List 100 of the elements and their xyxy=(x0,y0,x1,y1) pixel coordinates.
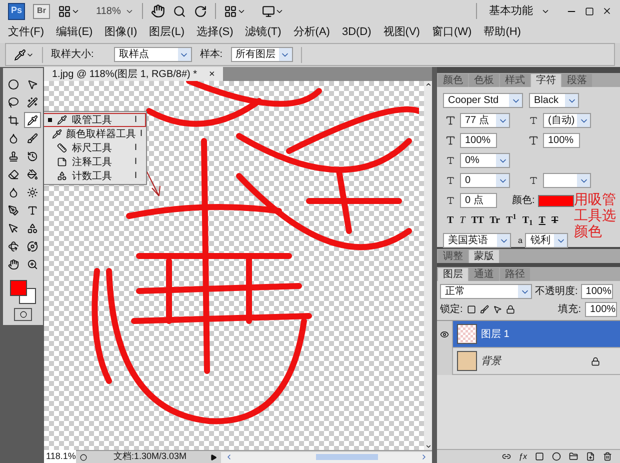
text-style-button[interactable]: T xyxy=(538,213,546,228)
lock-label: 锁定: xyxy=(440,302,463,317)
app-logo[interactable]: Ps xyxy=(8,2,25,20)
kerning-dropdown[interactable]: 0 xyxy=(460,173,510,188)
canvas[interactable]: 吸管工具 I 颜色取样器工具 I 标尺工具 I 注释工具 I 计数工具 I xyxy=(44,81,424,450)
visibility-toggle[interactable] xyxy=(437,348,453,374)
menu-item[interactable]: 视图(V) xyxy=(383,24,420,41)
menu-item[interactable]: 3D(D) xyxy=(342,24,372,41)
panel-tab[interactable]: 图层 xyxy=(438,268,468,281)
eyedropper-preset-icon[interactable] xyxy=(14,48,34,60)
font-size-dropdown[interactable]: 77 点 xyxy=(460,113,510,128)
lock-pixels-icon[interactable] xyxy=(480,305,489,314)
text-style-button[interactable]: T xyxy=(460,213,466,228)
scroll-up-icon[interactable] xyxy=(424,81,432,88)
lock-position-icon[interactable] xyxy=(492,305,502,314)
folder-icon[interactable] xyxy=(569,452,578,461)
search-icon[interactable] xyxy=(172,4,186,18)
arrange-icon[interactable] xyxy=(224,4,246,18)
text-style-button[interactable]: TT xyxy=(471,213,484,228)
zoom-level-dropdown[interactable]: 118% xyxy=(96,4,134,18)
layer-row[interactable]: 背景 xyxy=(437,348,620,375)
tracking-dropdown[interactable] xyxy=(543,173,591,188)
scroll-thumb[interactable] xyxy=(316,454,378,460)
menu-item[interactable]: 图层(L) xyxy=(149,24,185,41)
close-tab-button[interactable]: × xyxy=(209,66,215,82)
panel-tab[interactable]: 段落 xyxy=(562,74,592,87)
visibility-toggle[interactable] xyxy=(437,320,453,348)
panel-tab[interactable]: 通道 xyxy=(469,268,499,281)
menu-item[interactable]: 文件(F) xyxy=(8,24,44,41)
menu-item[interactable]: 分析(A) xyxy=(293,24,330,41)
layer-row[interactable]: 图层 1 xyxy=(437,321,620,348)
color-label: 颜色: xyxy=(512,194,535,208)
menu-item[interactable]: 滤镜(T) xyxy=(245,24,282,41)
fill-field[interactable]: 100% xyxy=(585,302,617,317)
text-color-swatch[interactable] xyxy=(538,194,574,206)
opacity-label: 不透明度: xyxy=(535,284,578,299)
lock-transparency-icon[interactable] xyxy=(466,305,476,314)
text-style-button[interactable]: T xyxy=(551,213,558,228)
language-dropdown[interactable]: 美国英语 xyxy=(443,233,511,248)
font-style-dropdown[interactable]: Black xyxy=(529,93,579,108)
panel-tab[interactable]: 路径 xyxy=(500,268,530,281)
status-menu-icon[interactable] xyxy=(210,454,217,460)
lock-all-icon[interactable] xyxy=(506,305,515,314)
menu-item[interactable]: 编辑(E) xyxy=(56,24,93,41)
maximize-icon[interactable] xyxy=(585,6,594,16)
flyout-item[interactable]: 注释工具 I xyxy=(44,155,146,169)
baseline-shift-field[interactable]: 0 点 xyxy=(460,193,497,208)
panel-tab[interactable]: 色板 xyxy=(469,74,499,87)
view-extras-icon[interactable] xyxy=(58,4,80,18)
blend-mode-dropdown[interactable]: 正常 xyxy=(440,284,532,299)
selected-marker-icon xyxy=(48,118,52,122)
mask-icon[interactable] xyxy=(535,452,544,461)
panel-tab[interactable]: 字符 xyxy=(531,74,561,87)
flyout-item[interactable]: 计数工具 I xyxy=(44,169,146,183)
text-style-button[interactable]: T xyxy=(447,213,454,228)
eyedropper-icon[interactable] xyxy=(24,112,41,128)
menu-item[interactable]: 帮助(H) xyxy=(484,24,521,41)
menu-item[interactable]: 窗口(W) xyxy=(432,24,472,41)
flyout-item[interactable]: 颜色取样器工具 I xyxy=(44,127,146,141)
hand-icon[interactable] xyxy=(150,4,165,18)
eyedropper-icon xyxy=(56,115,68,125)
panel-tab[interactable]: 调整 xyxy=(438,250,468,263)
menu-item[interactable]: 图像(I) xyxy=(104,24,138,41)
document-tab[interactable]: 1.jpg @ 118%(图层 1, RGB/8#) * × xyxy=(44,67,223,81)
vertical-scrollbar[interactable] xyxy=(424,81,432,450)
workspace-dropdown[interactable]: 基本功能 xyxy=(489,2,550,20)
font-family-dropdown[interactable]: Cooper Std xyxy=(443,93,523,108)
trash-icon[interactable] xyxy=(603,452,612,461)
scroll-down-icon[interactable] xyxy=(424,443,432,450)
panel-tab[interactable]: 颜色 xyxy=(438,74,468,87)
flyout-item[interactable]: 吸管工具 I xyxy=(44,113,146,127)
document-size-status: 文档:1.30M/3.03M xyxy=(112,450,188,463)
flyout-item[interactable]: 标尺工具 I xyxy=(44,141,146,155)
sample-dropdown[interactable]: 所有图层 xyxy=(230,47,293,62)
close-icon[interactable] xyxy=(602,6,612,16)
fx-button[interactable]: ƒx xyxy=(518,450,527,462)
rotate-icon[interactable] xyxy=(194,4,207,18)
sample-size-dropdown[interactable]: 取样点 xyxy=(114,47,192,62)
scroll-left-icon[interactable] xyxy=(225,453,233,461)
new-layer-icon[interactable] xyxy=(586,452,595,461)
menu-item[interactable]: 选择(S) xyxy=(196,24,234,41)
scroll-right-icon[interactable] xyxy=(420,453,428,461)
leading-dropdown[interactable]: (自动) xyxy=(543,113,591,128)
link-icon[interactable] xyxy=(502,452,511,461)
color-swatches-drawing[interactable] xyxy=(10,280,36,304)
screen-mode-icon[interactable] xyxy=(262,4,284,18)
adjustment-icon[interactable] xyxy=(552,452,561,461)
tsume-dropdown[interactable]: 0% xyxy=(460,153,510,168)
text-style-button[interactable]: Tr xyxy=(490,213,500,228)
text-style-button[interactable]: T$^{1}$ xyxy=(506,213,516,228)
panel-tab[interactable]: 蒙版 xyxy=(469,250,499,263)
quick-mask-icon[interactable] xyxy=(14,308,32,321)
horizontal-scale-field[interactable]: 100% xyxy=(543,133,580,148)
horizontal-scrollbar[interactable] xyxy=(221,452,432,462)
panel-tab[interactable]: 样式 xyxy=(500,74,530,87)
bridge-button[interactable]: Br xyxy=(33,4,50,18)
anti-alias-dropdown[interactable]: 锐利 xyxy=(525,233,568,248)
vertical-scale-field[interactable]: 100% xyxy=(460,133,497,148)
opacity-field[interactable]: 100% xyxy=(580,284,613,299)
text-style-button[interactable]: T$_{1}$ xyxy=(522,213,533,228)
